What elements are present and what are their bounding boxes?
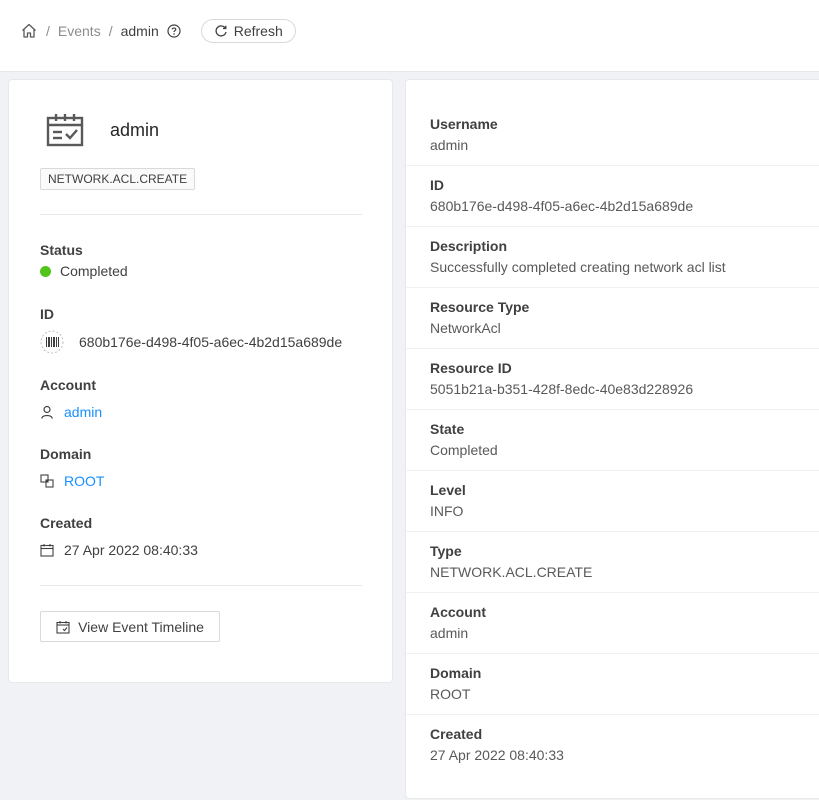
detail-label: Level (430, 482, 466, 498)
detail-value: INFO (430, 503, 464, 519)
detail-value: Completed (430, 442, 498, 458)
detail-item-level: Level INFO (406, 471, 819, 532)
created-value: 27 Apr 2022 08:40:33 (40, 542, 198, 558)
domain-link[interactable]: ROOT (64, 473, 104, 489)
detail-value: admin (430, 625, 469, 641)
breadcrumb-separator: / (108, 23, 113, 39)
detail-item-resource-type: Resource Type NetworkAcl (406, 288, 819, 349)
calendar-check-icon (56, 620, 70, 634)
detail-label: State (430, 421, 465, 437)
detail-label: Type (430, 543, 462, 559)
event-type-tag: NETWORK.ACL.CREATE (40, 168, 196, 190)
detail-item-domain: Domain ROOT (406, 654, 819, 715)
refresh-label: Refresh (233, 23, 283, 39)
detail-list: Username admin ID 680b176e-d498-4f05-a6e… (406, 105, 819, 776)
detail-label: ID (430, 177, 444, 193)
detail-item-username: Username admin (406, 105, 819, 166)
home-icon[interactable] (20, 22, 38, 40)
domain-value: ROOT (40, 473, 104, 489)
detail-item-created: Created 27 Apr 2022 08:40:33 (406, 715, 819, 776)
detail-value: NetworkAcl (430, 320, 501, 336)
detail-label: Description (430, 238, 508, 254)
detail-item-resource-id: Resource ID 5051b21a-b351-428f-8edc-40e8… (406, 349, 819, 410)
detail-item-id: ID 680b176e-d498-4f05-a6ec-4b2d15a689de (406, 166, 819, 227)
id-value: 680b176e-d498-4f05-a6ec-4b2d15a689de (40, 330, 342, 354)
event-details-card: Username admin ID 680b176e-d498-4f05-a6e… (405, 79, 819, 799)
status-text: Completed (60, 263, 128, 279)
detail-label: Username (430, 116, 498, 132)
reload-icon (214, 24, 228, 38)
resource-name: admin (110, 119, 160, 140)
account-link[interactable]: admin (64, 404, 102, 420)
calendar-check-icon (46, 113, 84, 147)
status-dot (40, 265, 51, 277)
status-label: Status (40, 242, 83, 258)
breadcrumb-separator: / (46, 23, 50, 39)
detail-value: 5051b21a-b351-428f-8edc-40e83d228926 (430, 381, 694, 397)
id-label: ID (40, 306, 54, 322)
account-value: admin (40, 404, 102, 420)
view-event-timeline-button[interactable]: View Event Timeline (40, 611, 220, 642)
domain-label: Domain (40, 446, 92, 462)
detail-value: admin (430, 137, 469, 153)
divider (40, 585, 362, 586)
calendar-icon (40, 543, 54, 557)
resource-header: admin (46, 113, 159, 147)
barcode-icon (40, 330, 64, 354)
question-circle-icon[interactable] (167, 24, 181, 38)
user-icon (40, 405, 54, 419)
breadcrumb-current: admin (120, 23, 159, 39)
status-value: Completed (40, 263, 128, 279)
detail-label: Resource Type (430, 299, 530, 315)
created-label: Created (40, 515, 93, 531)
top-bar: / Events / admin Refresh (0, 0, 819, 72)
divider (40, 214, 362, 215)
view-event-timeline-label: View Event Timeline (78, 618, 204, 635)
detail-item-description: Description Successfully completed creat… (406, 227, 819, 288)
resource-summary-card: admin NETWORK.ACL.CREATE Status Complete… (8, 79, 393, 683)
account-label: Account (40, 377, 96, 393)
detail-label: Account (430, 604, 486, 620)
breadcrumb-events[interactable]: Events (58, 23, 101, 39)
detail-label: Domain (430, 665, 482, 681)
id-text: 680b176e-d498-4f05-a6ec-4b2d15a689de (79, 334, 343, 350)
created-text: 27 Apr 2022 08:40:33 (64, 542, 198, 558)
detail-value: NETWORK.ACL.CREATE (430, 564, 593, 580)
block-icon (40, 474, 54, 488)
detail-value: 27 Apr 2022 08:40:33 (430, 747, 564, 763)
detail-value: 680b176e-d498-4f05-a6ec-4b2d15a689de (430, 198, 694, 214)
refresh-button[interactable]: Refresh (200, 19, 296, 43)
detail-item-state: State Completed (406, 410, 819, 471)
detail-item-type: Type NETWORK.ACL.CREATE (406, 532, 819, 593)
detail-label: Resource ID (430, 360, 512, 376)
detail-value: Successfully completed creating network … (430, 259, 726, 275)
detail-value: ROOT (430, 686, 471, 702)
detail-item-account: Account admin (406, 593, 819, 654)
detail-label: Created (430, 726, 483, 742)
breadcrumb: / Events / admin Refresh (20, 19, 296, 43)
